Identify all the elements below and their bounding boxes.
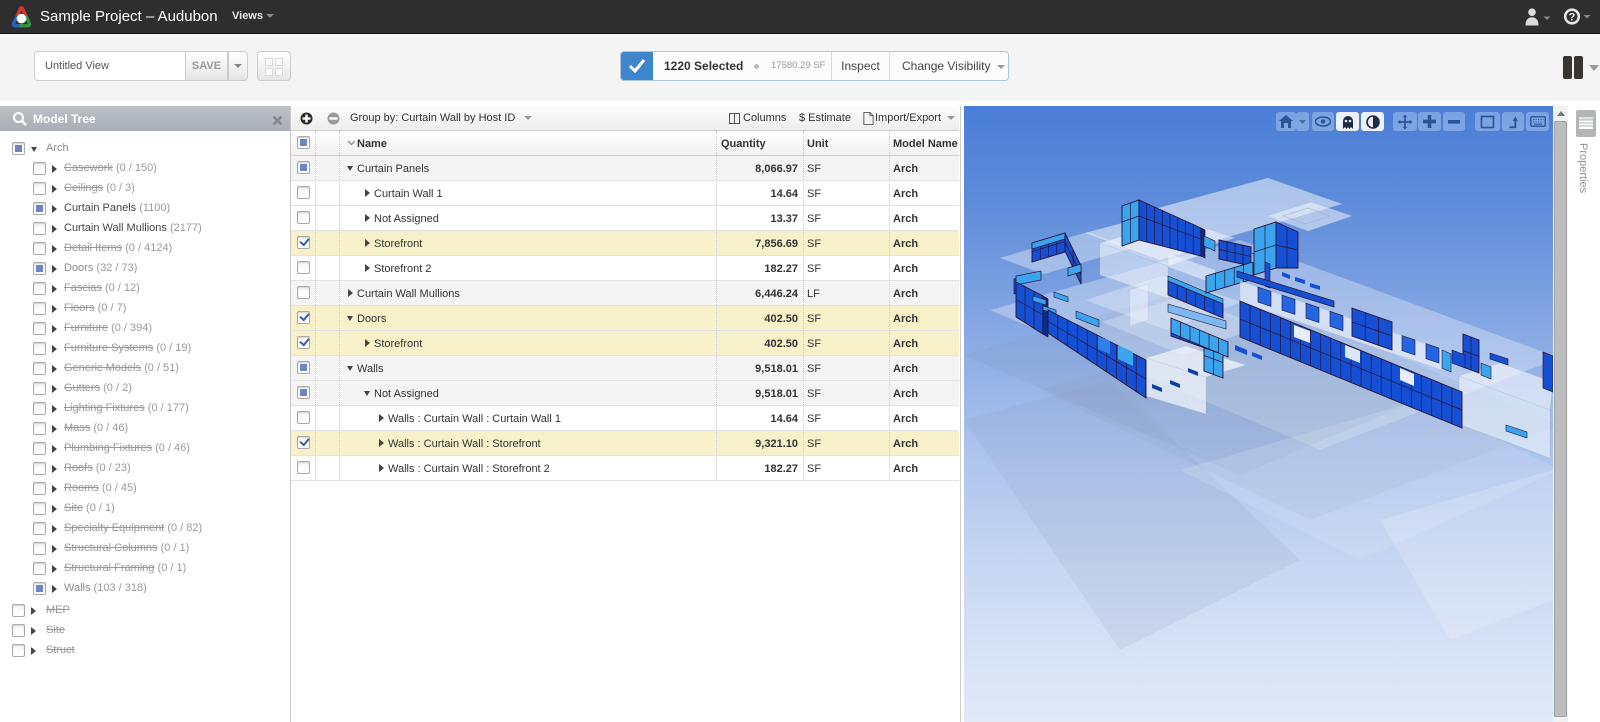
svg-text:?: ? [1569,12,1576,24]
